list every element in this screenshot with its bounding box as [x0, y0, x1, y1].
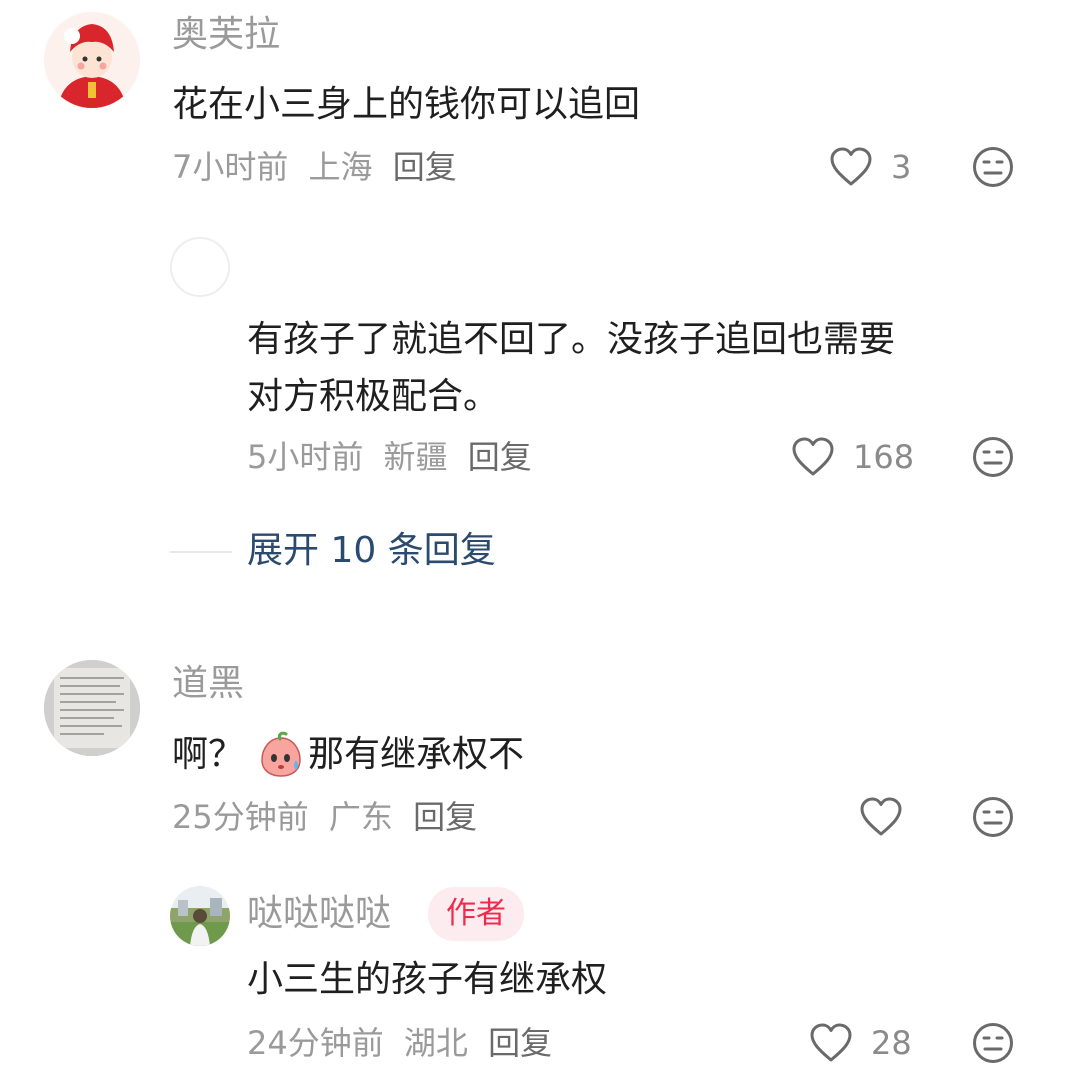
reply-location: 湖北: [403, 1024, 468, 1062]
comment-text-prefix: 啊？: [172, 734, 245, 775]
comment-meta: 7小时前 上海 回复: [172, 147, 467, 187]
comment-text: 花在小三身上的钱你可以追回: [172, 84, 641, 125]
neutral-face-icon[interactable]: [972, 436, 1014, 478]
author-badge: 作者: [428, 887, 524, 941]
reply-time: 24分钟前: [247, 1024, 384, 1062]
avatar[interactable]: [170, 886, 230, 946]
reply-meta: 24分钟前 湖北 回复: [247, 1023, 562, 1063]
heart-outline-icon: [860, 797, 902, 836]
comment-text: 啊？ 那有继承权不: [172, 726, 524, 784]
username[interactable]: 奥芙拉: [172, 13, 280, 57]
neutral-face-icon[interactable]: [972, 1022, 1014, 1064]
like-button[interactable]: 3: [829, 145, 911, 189]
like-button[interactable]: 168: [791, 435, 914, 479]
comment-location: 广东: [328, 798, 393, 836]
reply-text-line-1: 有孩子了就追不回了。没孩子追回也需要: [247, 319, 896, 360]
reply-time: 5小时前: [247, 438, 364, 476]
neutral-face-icon[interactable]: [972, 796, 1014, 838]
reply-button[interactable]: 回复: [468, 438, 532, 476]
like-button[interactable]: 28: [809, 1021, 912, 1065]
reply-text-line-2: 对方积极配合。: [247, 376, 500, 417]
reply-meta: 5小时前 新疆 回复: [247, 437, 542, 477]
comment-meta: 25分钟前 广东 回复: [172, 797, 487, 837]
like-count: 3: [891, 148, 912, 186]
avatar[interactable]: [170, 237, 230, 297]
avatar[interactable]: [44, 12, 140, 108]
reply-button[interactable]: 回复: [413, 798, 477, 836]
username[interactable]: 道黑: [172, 662, 244, 706]
heart-outline-icon: [810, 1023, 852, 1062]
reply-text: 小三生的孩子有继承权: [247, 959, 608, 1000]
reply-location: 新疆: [383, 438, 448, 476]
expand-replies-button[interactable]: 展开 10 条回复: [247, 529, 496, 573]
like-count: 28: [871, 1024, 912, 1062]
reply-button[interactable]: 回复: [488, 1024, 552, 1062]
expand-divider: [170, 551, 232, 553]
avatar[interactable]: [44, 660, 140, 756]
like-count: 168: [853, 438, 915, 476]
heart-outline-icon: [792, 437, 834, 476]
comment-time: 7小时前: [172, 148, 289, 186]
like-button[interactable]: [859, 795, 903, 839]
sweating-peach-emoji: [261, 731, 301, 777]
neutral-face-icon[interactable]: [972, 146, 1014, 188]
username[interactable]: 哒哒哒哒: [247, 892, 391, 936]
heart-outline-icon: [830, 147, 872, 186]
comment-location: 上海: [308, 148, 373, 186]
comment-text-suffix: 那有继承权不: [308, 734, 525, 775]
reply-button[interactable]: 回复: [393, 148, 457, 186]
comment-time: 25分钟前: [172, 798, 309, 836]
